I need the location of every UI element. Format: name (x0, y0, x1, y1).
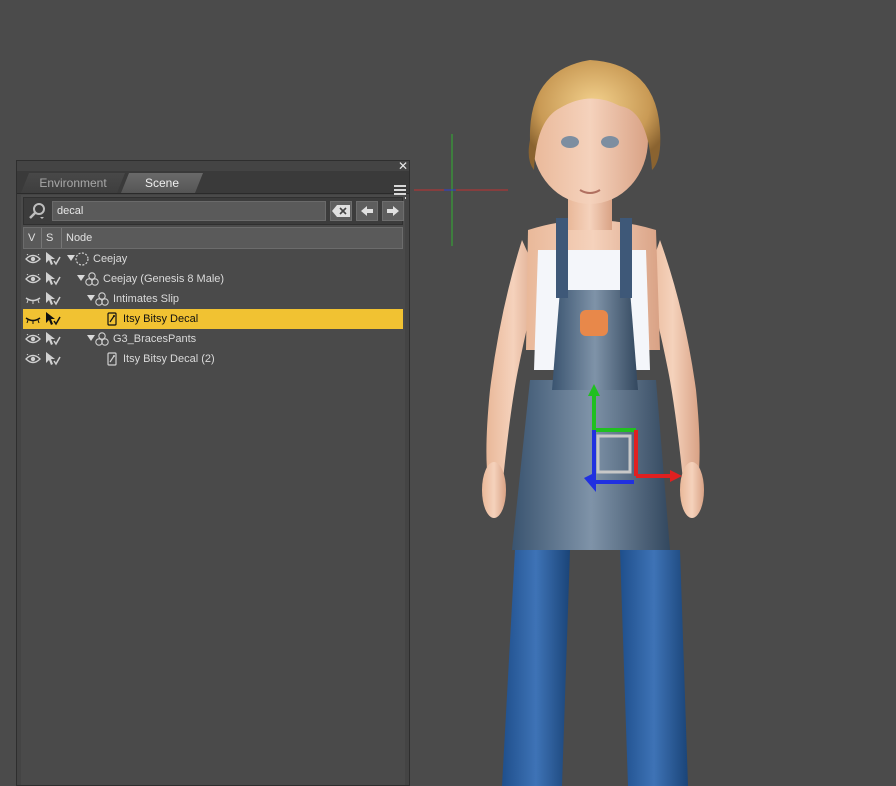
column-visible[interactable]: V (24, 228, 42, 248)
arrow-left-icon (361, 206, 373, 216)
visibility-eye-icon[interactable] (25, 294, 41, 304)
clear-search-button[interactable] (330, 201, 352, 221)
column-node[interactable]: Node (62, 228, 402, 248)
decal-icon (107, 352, 117, 366)
selectable-cursor-icon[interactable] (45, 332, 61, 346)
decal-icon (107, 312, 117, 326)
tree-row-label: Itsy Bitsy Decal (123, 313, 199, 325)
tree-row[interactable]: Intimates Slip (23, 289, 403, 309)
search-input[interactable] (52, 201, 326, 221)
selectable-cursor-icon[interactable] (45, 312, 61, 326)
selectable-cursor-icon[interactable] (45, 352, 61, 366)
visibility-eye-icon[interactable] (25, 254, 41, 264)
previous-match-button[interactable] (356, 201, 378, 221)
tree-row[interactable]: Ceejay (23, 249, 403, 269)
scene-tree: Ceejay Ceejay (Genesis 8 Male) Intimates S… (23, 249, 403, 785)
tree-header: V S Node (23, 227, 403, 249)
tree-row[interactable]: G3_BracesPants (23, 329, 403, 349)
figure-icon (85, 272, 99, 286)
tree-row[interactable]: Ceejay (Genesis 8 Male) (23, 269, 403, 289)
pane-tab-bar: Environment Scene (17, 171, 409, 199)
visibility-eye-icon[interactable] (25, 354, 41, 364)
expand-arrow-icon[interactable] (87, 295, 95, 301)
visibility-eye-icon[interactable] (25, 334, 41, 344)
figure-icon (95, 332, 109, 346)
figure-icon (95, 292, 109, 306)
scene-pane: ✕ Environment Scene decal V S Node Ceeja… (16, 160, 410, 786)
tree-row[interactable]: Itsy Bitsy Decal (23, 309, 403, 329)
tree-row-label: Itsy Bitsy Decal (2) (123, 353, 215, 365)
search-icon[interactable] (28, 202, 46, 220)
group-node-icon (75, 252, 89, 266)
tree-row-label: G3_BracesPants (113, 333, 197, 345)
scene-content: V S Node Ceejay Ceejay (Genesis 8 Male) In… (21, 195, 405, 785)
expand-arrow-icon[interactable] (77, 275, 85, 281)
tree-row-label: Ceejay (Genesis 8 Male) (103, 273, 225, 285)
search-row (23, 197, 404, 225)
arrow-right-icon (387, 206, 399, 216)
tree-row-label: Intimates Slip (113, 293, 180, 305)
tab-scene[interactable]: Scene (121, 173, 203, 193)
visibility-eye-icon[interactable] (25, 274, 41, 284)
next-match-button[interactable] (382, 201, 404, 221)
selectable-cursor-icon[interactable] (45, 252, 61, 266)
tree-row[interactable]: Itsy Bitsy Decal (2) (23, 349, 403, 369)
tree-row-label: Ceejay (93, 253, 128, 265)
expand-arrow-icon[interactable] (87, 335, 95, 341)
selectable-cursor-icon[interactable] (45, 272, 61, 286)
column-selectable[interactable]: S (42, 228, 62, 248)
transform-gizmo[interactable] (578, 382, 686, 494)
visibility-eye-icon[interactable] (25, 314, 41, 324)
selectable-cursor-icon[interactable] (45, 292, 61, 306)
expand-arrow-icon[interactable] (67, 255, 75, 261)
clear-icon (332, 205, 350, 217)
tab-environment[interactable]: Environment (21, 173, 125, 193)
